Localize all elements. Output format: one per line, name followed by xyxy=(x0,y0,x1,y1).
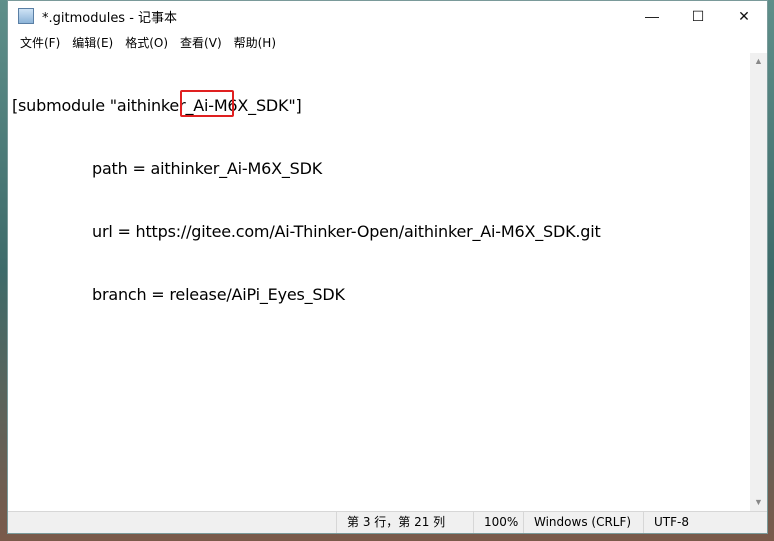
text-editor[interactable]: [submodule "aithinker_Ai-M6X_SDK"] path … xyxy=(8,53,750,511)
window-title: *.gitmodules - 记事本 xyxy=(42,10,178,26)
text-line: [submodule "aithinker_Ai-M6X_SDK"] xyxy=(12,96,302,115)
text-line: url = https://gitee.com/Ai-Thinker-Open/… xyxy=(92,222,601,241)
menu-view[interactable]: 查看(V) xyxy=(174,34,228,51)
menu-edit[interactable]: 编辑(E) xyxy=(66,34,119,51)
notepad-icon xyxy=(18,8,34,24)
notepad-window: *.gitmodules - 记事本 — ☐ ✕ 文件(F) 编辑(E) 格式(… xyxy=(7,0,768,534)
menu-file[interactable]: 文件(F) xyxy=(14,34,66,51)
menu-bar: 文件(F) 编辑(E) 格式(O) 查看(V) 帮助(H) xyxy=(8,31,767,53)
minimize-button[interactable]: — xyxy=(629,1,675,31)
zoom-level: 100% xyxy=(473,512,523,533)
close-button[interactable]: ✕ xyxy=(721,1,767,31)
highlight-box xyxy=(180,90,234,117)
line-ending: Windows (CRLF) xyxy=(523,512,643,533)
scroll-down-icon[interactable]: ▼ xyxy=(750,494,767,511)
menu-help[interactable]: 帮助(H) xyxy=(228,34,282,51)
encoding: UTF-8 xyxy=(643,512,753,533)
text-line: branch = release/AiPi_Eyes_SDK xyxy=(92,285,345,304)
text-line: path = aithinker_Ai-M6X_SDK xyxy=(92,159,322,178)
menu-format[interactable]: 格式(O) xyxy=(119,34,174,51)
cursor-position: 第 3 行，第 21 列 xyxy=(336,512,473,533)
scroll-up-icon[interactable]: ▲ xyxy=(750,53,767,70)
maximize-button[interactable]: ☐ xyxy=(675,1,721,31)
vertical-scrollbar[interactable]: ▲ ▼ xyxy=(750,53,767,511)
title-bar[interactable]: *.gitmodules - 记事本 — ☐ ✕ xyxy=(8,1,767,31)
status-bar: 第 3 行，第 21 列 100% Windows (CRLF) UTF-8 xyxy=(8,511,767,533)
